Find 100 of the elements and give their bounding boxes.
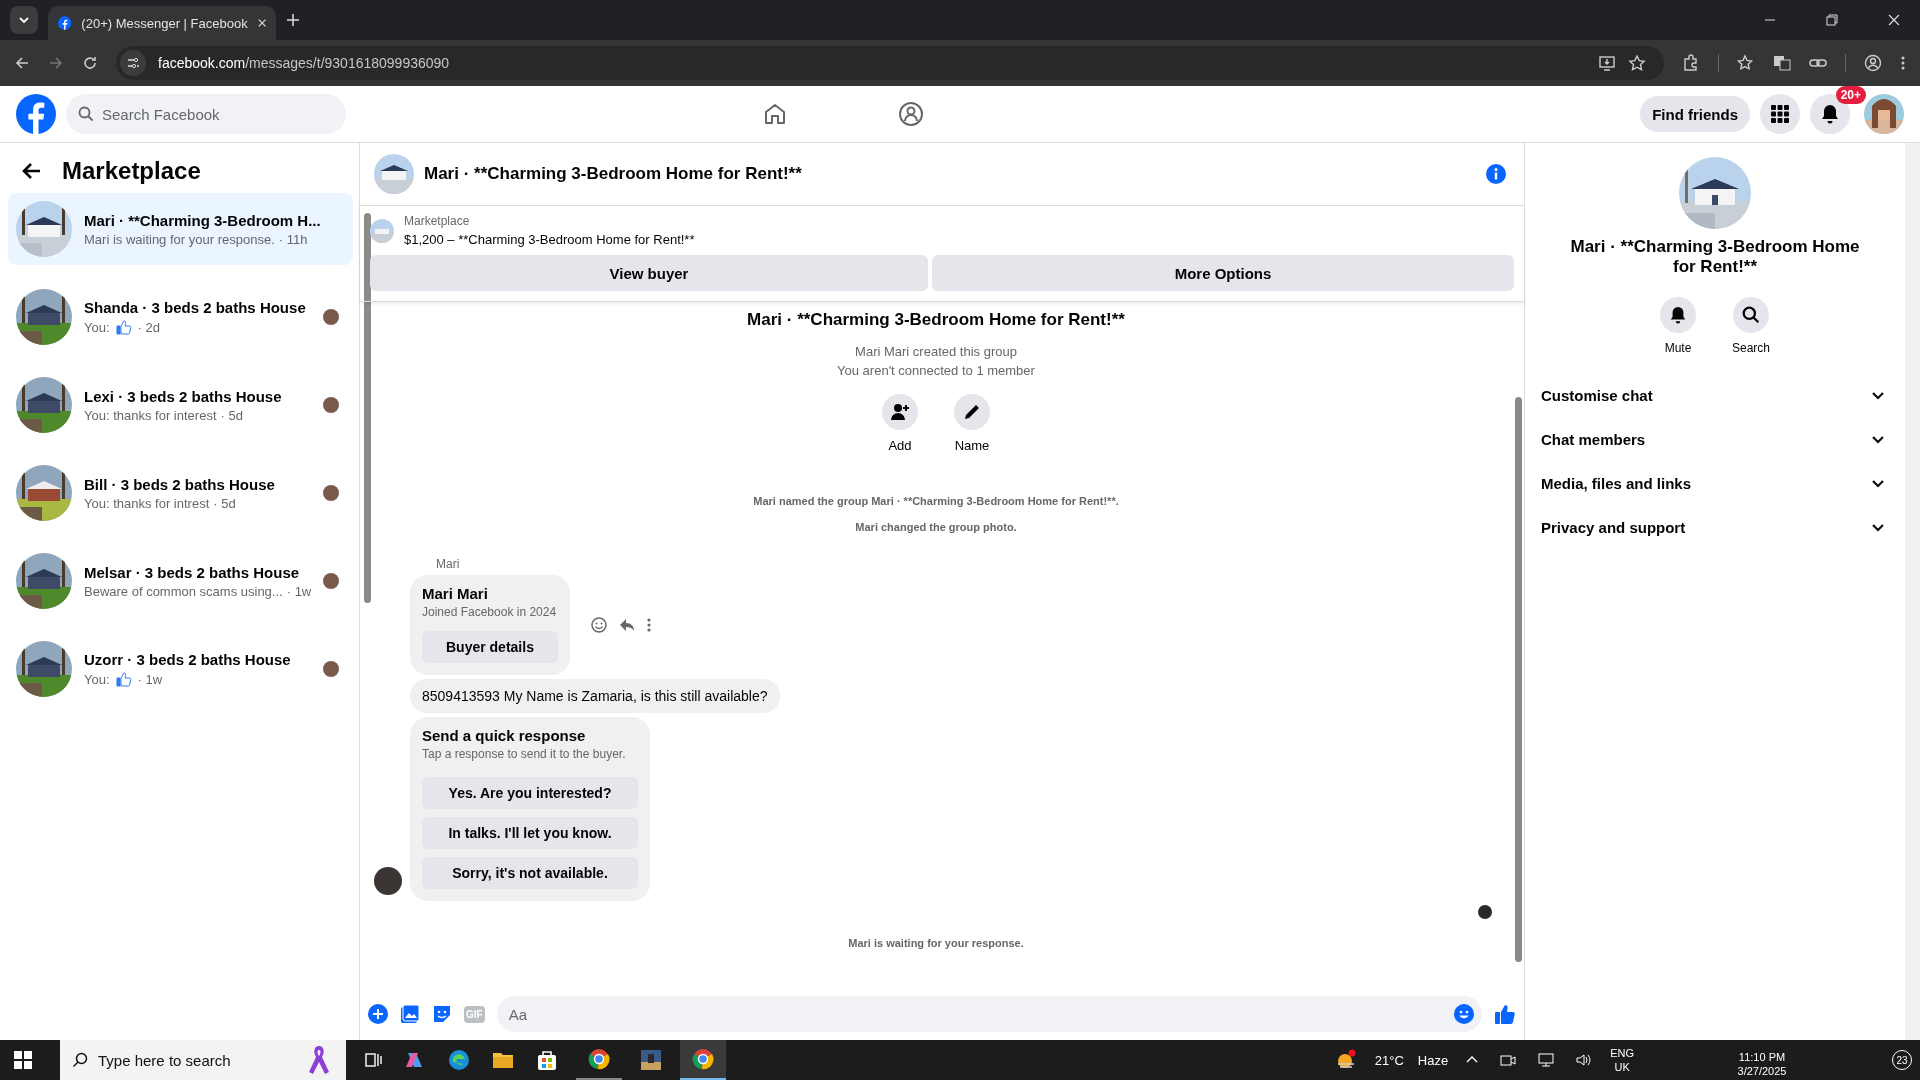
message-input[interactable]: Aa [496, 996, 1482, 1032]
tab-list-button[interactable] [10, 6, 38, 34]
chrome-icon [692, 1048, 714, 1070]
quick-response-button[interactable]: In talks. I'll let you know. [422, 817, 638, 849]
edge-icon[interactable] [448, 1049, 470, 1071]
conversation-preview: Beware of common scams using... [84, 583, 283, 599]
close-icon[interactable] [1888, 14, 1900, 26]
section-header[interactable]: Chat members [1533, 417, 1897, 461]
section-header[interactable]: Media, files and links [1533, 461, 1897, 505]
listing-action-button[interactable]: View buyer [370, 255, 928, 291]
find-friends-button[interactable]: Find friends [1640, 96, 1750, 132]
tab-title: (20+) Messenger | Facebook [81, 15, 248, 31]
address-bar[interactable]: facebook.com/messages/t/9301618099936090 [116, 46, 1664, 80]
plus-icon[interactable] [368, 1004, 388, 1024]
camera-icon[interactable] [1500, 1052, 1517, 1068]
read-receipt-avatar [323, 485, 340, 501]
buyer-details-button[interactable]: Buyer details [422, 631, 558, 663]
notification-badge: 20+ [1835, 86, 1866, 104]
site-settings-icon[interactable] [120, 50, 146, 76]
search-field[interactable]: Search Facebook [66, 94, 346, 134]
puzzle-icon[interactable] [1682, 54, 1700, 72]
reload-icon[interactable] [82, 55, 98, 71]
section-header[interactable]: Privacy and support [1533, 505, 1897, 549]
bookmark-star-icon[interactable] [1628, 54, 1646, 72]
scrollbar-thumb[interactable] [1514, 397, 1522, 962]
system-message: Mari changed the group photo. [855, 521, 1017, 533]
url-text: facebook.com/messages/t/9301618099936090 [158, 55, 450, 71]
windows-logo-icon[interactable] [14, 1051, 32, 1069]
bell-icon [1669, 306, 1687, 324]
store-icon[interactable] [536, 1049, 558, 1071]
conversation-preview: You: thanks for interest [84, 407, 217, 423]
more-vertical-icon[interactable] [1900, 55, 1906, 71]
star-list-icon[interactable] [1737, 54, 1755, 72]
sender-avatar [374, 867, 402, 895]
weather-text: Haze [1417, 1052, 1449, 1068]
facebook-logo-icon [58, 15, 72, 31]
back-icon[interactable] [14, 55, 30, 71]
group-action-button[interactable] [882, 394, 918, 430]
listing-action-button[interactable]: More Options [932, 255, 1514, 291]
browser-tab[interactable]: (20+) Messenger | Facebook [48, 6, 276, 40]
conversation-item[interactable]: Lexi · 3 beds 2 baths House You: thanks for interest · 5d [8, 369, 354, 441]
bell-icon [1820, 104, 1840, 124]
game-icon[interactable] [640, 1049, 662, 1071]
chrome-taskbar-button[interactable] [680, 1040, 726, 1080]
search-icon [1742, 306, 1760, 324]
clock-time[interactable]: 11:10 PM [1738, 1051, 1786, 1063]
scrollbar-thumb[interactable] [363, 213, 371, 603]
emoji-icon[interactable] [589, 616, 608, 634]
group-action-button[interactable] [954, 394, 990, 430]
sender-name: Mari [436, 557, 460, 571]
taskbar-search-field[interactable]: Type here to search [60, 1040, 346, 1080]
add-person-icon [890, 402, 910, 422]
image-icon[interactable] [400, 1004, 420, 1024]
conversation-item[interactable]: Shanda · 3 beds 2 baths House You: · 2d [8, 281, 354, 353]
profile-icon[interactable] [1864, 54, 1882, 72]
conversation-item[interactable]: Uzorr · 3 beds 2 baths House You: · 1w [8, 633, 354, 705]
install-app-icon[interactable] [1598, 54, 1616, 72]
volume-icon[interactable] [1576, 1052, 1593, 1068]
conversation-preview: You: [84, 319, 110, 335]
close-icon[interactable] [257, 18, 266, 28]
translate-icon[interactable] [1773, 54, 1791, 72]
menu-button[interactable] [1760, 94, 1800, 134]
section-header[interactable]: Customise chat [1533, 373, 1897, 417]
conversation-preview: Mari is waiting for your response. [84, 231, 275, 247]
quick-response-button[interactable]: Yes. Are you interested? [422, 777, 638, 809]
scrollbar[interactable] [1905, 143, 1920, 1040]
quick-response-button[interactable]: Sorry, it's not available. [422, 857, 638, 889]
language-text[interactable]: ENG [1610, 1047, 1634, 1059]
facebook-logo-icon[interactable] [16, 94, 56, 134]
chrome-icon [588, 1048, 610, 1070]
info-icon[interactable] [1486, 164, 1506, 184]
back-arrow-icon[interactable] [22, 161, 42, 181]
thumbs-up-icon[interactable] [1494, 1003, 1516, 1025]
conversation-item[interactable]: Melsar · 3 beds 2 baths House Beware of common scams using... · 1w [8, 545, 354, 617]
conversation-preview: You: thanks for intrest [84, 495, 210, 511]
clock-date[interactable]: 3/27/2025 [1737, 1065, 1787, 1077]
forward-icon[interactable] [48, 55, 64, 71]
network-icon[interactable] [1538, 1052, 1555, 1068]
chat-action-button[interactable] [1660, 297, 1696, 333]
task-view-icon[interactable] [364, 1051, 382, 1069]
conversation-name: Bill · 3 beds 2 baths House [84, 475, 276, 493]
sticker-icon[interactable] [432, 1004, 452, 1024]
new-tab-icon[interactable] [286, 13, 300, 27]
read-receipt-avatar [323, 661, 340, 677]
listing-label: Marketplace [404, 214, 471, 228]
conversation-name: Shanda · 3 beds 2 baths House [84, 299, 307, 316]
more-vertical-icon[interactable] [645, 617, 652, 633]
read-receipt-avatar [323, 309, 340, 325]
restore-icon[interactable] [1826, 14, 1838, 26]
chat-action-label: Mute [1664, 341, 1692, 355]
chat-action-button[interactable] [1733, 297, 1769, 333]
conversation-item[interactable]: Mari · **Charming 3-Bedroom H... Mari is waiting for your response. · 11h [8, 193, 354, 265]
listing-title: $1,200 – **Charming 3-Bedroom Home for Rent!** [404, 232, 695, 247]
emoji-icon[interactable] [1454, 1004, 1474, 1024]
layout-text[interactable]: UK [1614, 1061, 1630, 1073]
quick-response-hint: Tap a response to send it to the buyer. [422, 747, 627, 761]
conversation-time: · 11h [278, 231, 308, 247]
conversation-item[interactable]: Bill · 3 beds 2 baths House You: thanks for intrest · 5d [8, 457, 354, 529]
group-icon[interactable] [898, 101, 925, 127]
status-message: Mari is waiting for your response. [848, 937, 1024, 949]
